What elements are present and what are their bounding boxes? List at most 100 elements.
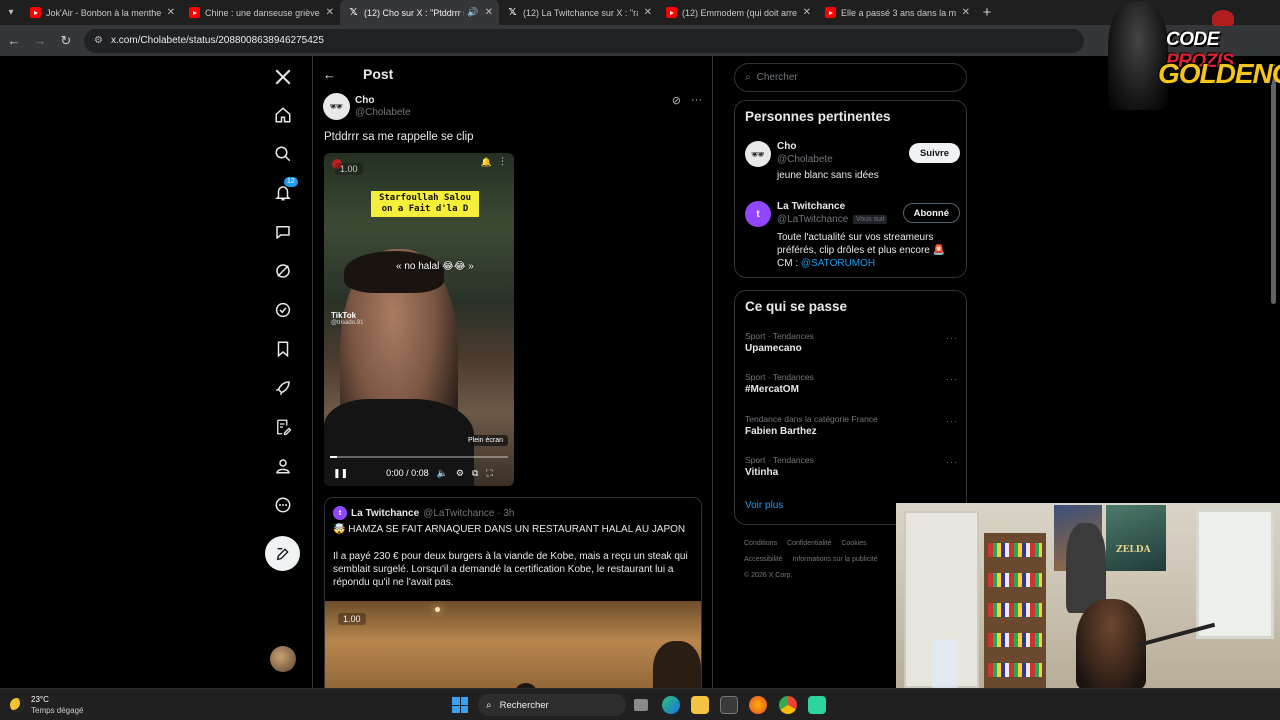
file-explorer-icon[interactable] (691, 696, 709, 714)
following-button[interactable]: Abonné (902, 203, 960, 223)
tiktok-user: @trisado.91 (331, 320, 364, 326)
trend-meta: Tendance dans la catégorie France (745, 414, 878, 424)
trend-item[interactable]: Sport · Tendances Vitinha ··· (745, 455, 958, 478)
page-title: Post (363, 66, 394, 82)
person-avatar[interactable]: 🕶 (745, 141, 771, 167)
footer-link[interactable]: Informations sur la publicité (792, 556, 877, 563)
author-avatar[interactable]: 🕶 (323, 93, 350, 120)
footer-link[interactable]: Confidentialité (787, 540, 831, 547)
shelf-books (988, 543, 1042, 557)
close-tab-icon[interactable]: ✕ (167, 7, 175, 18)
suggested-person[interactable]: t La Twitchance @LaTwitchance Vous suit … (745, 201, 960, 271)
volume-icon[interactable]: 🔈 (437, 468, 448, 479)
trend-item[interactable]: Sport · Tendances Upamecano ··· (745, 331, 958, 354)
more-options-icon[interactable]: ··· (946, 374, 958, 384)
search-icon[interactable] (270, 141, 296, 167)
post-header: ← Post (313, 64, 393, 84)
youtube-favicon-icon (825, 7, 836, 18)
new-tab-button[interactable]: + (976, 0, 998, 25)
youtube-favicon-icon (666, 7, 677, 18)
edit-list-icon[interactable] (270, 414, 296, 440)
grok-explain-icon[interactable]: ⊘ (672, 94, 681, 107)
browser-tab[interactable]: Elle a passé 3 ans dans la maiso ✕ (817, 0, 976, 25)
browser-tab[interactable]: 𝕏 (12) La Twitchance sur X : "ra Fl ✕ (499, 0, 658, 25)
rocket-icon[interactable] (270, 375, 296, 401)
close-tab-icon[interactable]: ✕ (644, 7, 652, 18)
browser-toolbar: ← → ↻ ⚙ x.com/Cholabete/status/208800863… (0, 25, 1280, 56)
picture-in-picture-icon[interactable]: ⧉ (472, 468, 478, 479)
show-more-link[interactable]: Voir plus (745, 500, 783, 511)
quoted-author-name[interactable]: La Twitchance (351, 508, 419, 519)
temperature: 23°C (31, 695, 49, 704)
settings-icon[interactable]: ⚙ (456, 468, 464, 479)
edge-browser-icon[interactable] (662, 696, 680, 714)
windows-start-icon[interactable] (452, 697, 468, 713)
tiktok-logo-text: TikTok (331, 311, 357, 320)
tab-search-menu-icon[interactable]: ▾ (0, 0, 22, 25)
video-progress-bar[interactable] (330, 456, 508, 458)
site-info-icon[interactable]: ⚙ (94, 35, 103, 46)
more-options-icon[interactable]: ··· (946, 416, 958, 426)
person-name[interactable]: La Twitchance (777, 201, 845, 212)
taskbar-search[interactable]: ⌕ Rechercher (478, 694, 626, 716)
compose-post-button[interactable] (265, 536, 300, 571)
close-tab-icon[interactable]: ✕ (485, 7, 493, 18)
browser-tab[interactable]: Jok'Air - Bonbon à la menthe F ✕ (22, 0, 181, 25)
firefox-icon[interactable] (749, 696, 767, 714)
more-options-icon[interactable]: ··· (946, 333, 958, 343)
pause-icon[interactable]: ❚❚ (333, 468, 348, 479)
follow-button[interactable]: Suivre (908, 143, 960, 163)
profile-icon[interactable] (270, 453, 296, 479)
author-name[interactable]: Cho (355, 95, 411, 107)
store-icon[interactable] (720, 696, 738, 714)
fullscreen-icon[interactable]: ⛶ (486, 468, 492, 479)
footer-link[interactable]: Conditions (744, 540, 777, 547)
close-tab-icon[interactable]: ✕ (962, 7, 970, 18)
x-logo-icon[interactable] (270, 64, 296, 90)
trend-item[interactable]: Sport · Tendances #MercatOM ··· (745, 372, 958, 395)
quoted-post[interactable]: t La Twitchance @LaTwitchance · 3h 🤯 HAM… (324, 497, 702, 688)
address-bar[interactable]: ⚙ x.com/Cholabete/status/208800863894627… (84, 28, 1084, 53)
browser-tab[interactable]: Chine : une danseuse grièveme ✕ (181, 0, 340, 25)
author-handle[interactable]: @Cholabete (355, 107, 411, 119)
person-name[interactable]: Cho (777, 141, 796, 152)
close-tab-icon[interactable]: ✕ (326, 7, 334, 18)
bio-mention-link[interactable]: @SATORUMOH (801, 258, 875, 269)
trend-name: #MercatOM (745, 384, 799, 395)
back-arrow-icon[interactable]: ← (2, 29, 26, 53)
close-tab-icon[interactable]: ✕ (803, 7, 811, 18)
person-bio: Toute l'actualité sur vos streameurs pré… (777, 231, 957, 270)
app-icon[interactable] (808, 696, 826, 714)
footer-link[interactable]: Accessibilité (744, 556, 783, 563)
weather-widget[interactable]: 23°C Temps dégagé (10, 694, 83, 716)
bell-icon[interactable]: 12 (270, 177, 298, 206)
tab-title: Chine : une danseuse grièveme (205, 7, 320, 18)
search-input[interactable]: ⌕ Chercher (734, 63, 967, 92)
more-options-icon[interactable]: ··· (946, 457, 958, 467)
home-icon[interactable] (270, 102, 296, 128)
browser-tab-active[interactable]: 𝕏 (12) Cho sur X : "Ptddrrr sa 🔊 ✕ (340, 0, 499, 25)
reload-icon[interactable]: ↻ (54, 29, 78, 53)
suggested-person[interactable]: 🕶 Cho @Cholabete jeune blanc sans idées … (745, 141, 960, 187)
messages-icon[interactable] (270, 219, 296, 245)
more-icon[interactable] (270, 492, 296, 518)
compose-icon (276, 547, 289, 560)
post-text: Ptddrrr sa me rappelle se clip (324, 131, 474, 143)
speaker-icon[interactable]: 🔊 (467, 7, 478, 18)
more-options-icon[interactable]: ··· (691, 94, 702, 107)
trend-item[interactable]: Tendance dans la catégorie France Fabien… (745, 414, 958, 437)
back-arrow-icon[interactable]: ← (323, 67, 345, 82)
video-player[interactable]: 🔔 ⋮ 1.00 Starfoullah Salou on a Fait d'l… (324, 153, 514, 486)
account-avatar[interactable] (270, 646, 296, 672)
post-author[interactable]: 🕶 Cho @Cholabete (323, 93, 411, 120)
person-avatar[interactable]: t (745, 201, 771, 227)
quoted-post-video[interactable]: 1.00 (325, 601, 701, 688)
grok-icon[interactable] (270, 258, 296, 284)
forward-arrow-icon[interactable]: → (28, 29, 52, 53)
chrome-icon[interactable] (779, 696, 797, 714)
task-view-icon[interactable] (634, 699, 648, 711)
browser-tab[interactable]: (12) Emmodem (qui doit arrete ✕ (658, 0, 817, 25)
verified-icon[interactable] (270, 297, 296, 323)
bookmark-icon[interactable] (270, 336, 296, 362)
footer-link[interactable]: Cookies (841, 540, 866, 547)
